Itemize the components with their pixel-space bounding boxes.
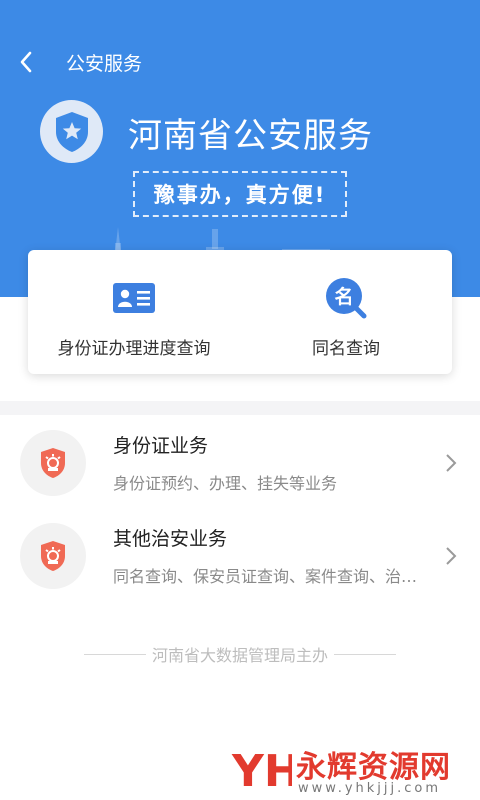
page-title: 公安服务 bbox=[66, 52, 143, 75]
id-card-icon bbox=[112, 276, 156, 320]
watermark-url: www.yhkjjj.com bbox=[298, 781, 442, 796]
id-progress-query-button[interactable]: 身份证办理进度查询 bbox=[28, 250, 240, 374]
service-title: 其他治安业务 bbox=[113, 528, 228, 550]
watermark: YH 永辉资源网 www.yhkjjj.com bbox=[230, 740, 480, 800]
watermark-name: 永辉资源网 bbox=[296, 750, 451, 785]
quick-actions-card: 身份证办理进度查询 名 同名查询 bbox=[28, 250, 452, 374]
hero-title: 河南省公安服务 bbox=[128, 116, 373, 156]
quick-action-label: 身份证办理进度查询 bbox=[57, 339, 211, 359]
chevron-right-icon bbox=[440, 452, 462, 474]
footer-text: 河南省大数据管理局主办 bbox=[152, 646, 329, 665]
footer-credit: 河南省大数据管理局主办 bbox=[84, 642, 397, 666]
service-row-id-card[interactable]: 身份证业务 身份证预约、办理、挂失等业务 bbox=[0, 416, 480, 509]
footer-divider bbox=[84, 653, 146, 655]
police-badge-icon bbox=[20, 429, 86, 496]
slogan-banner: 豫事办，真方便! bbox=[133, 171, 347, 217]
back-button[interactable] bbox=[0, 40, 52, 84]
section-divider bbox=[0, 401, 480, 415]
service-title: 身份证业务 bbox=[113, 435, 209, 457]
quick-action-label: 同名查询 bbox=[312, 339, 380, 359]
yh-logo-icon: YH bbox=[231, 746, 292, 797]
name-icon-glyph: 名 bbox=[334, 285, 353, 308]
name-search-icon: 名 bbox=[324, 276, 368, 320]
chevron-left-icon bbox=[20, 51, 32, 73]
same-name-query-button[interactable]: 名 同名查询 bbox=[240, 250, 452, 374]
service-description: 同名查询、保安员证查询、案件查询、治安业务 bbox=[113, 567, 425, 586]
police-shield-star-icon bbox=[40, 100, 103, 163]
nav-bar: 公安服务 bbox=[0, 40, 480, 84]
watermark-logo-text: YH bbox=[231, 746, 292, 797]
footer-divider bbox=[334, 653, 397, 655]
police-badge-icon bbox=[20, 522, 86, 589]
service-description: 身份证预约、办理、挂失等业务 bbox=[113, 474, 338, 493]
chevron-right-icon bbox=[440, 545, 462, 567]
service-row-other-security[interactable]: 其他治安业务 同名查询、保安员证查询、案件查询、治安业务 bbox=[0, 509, 480, 602]
